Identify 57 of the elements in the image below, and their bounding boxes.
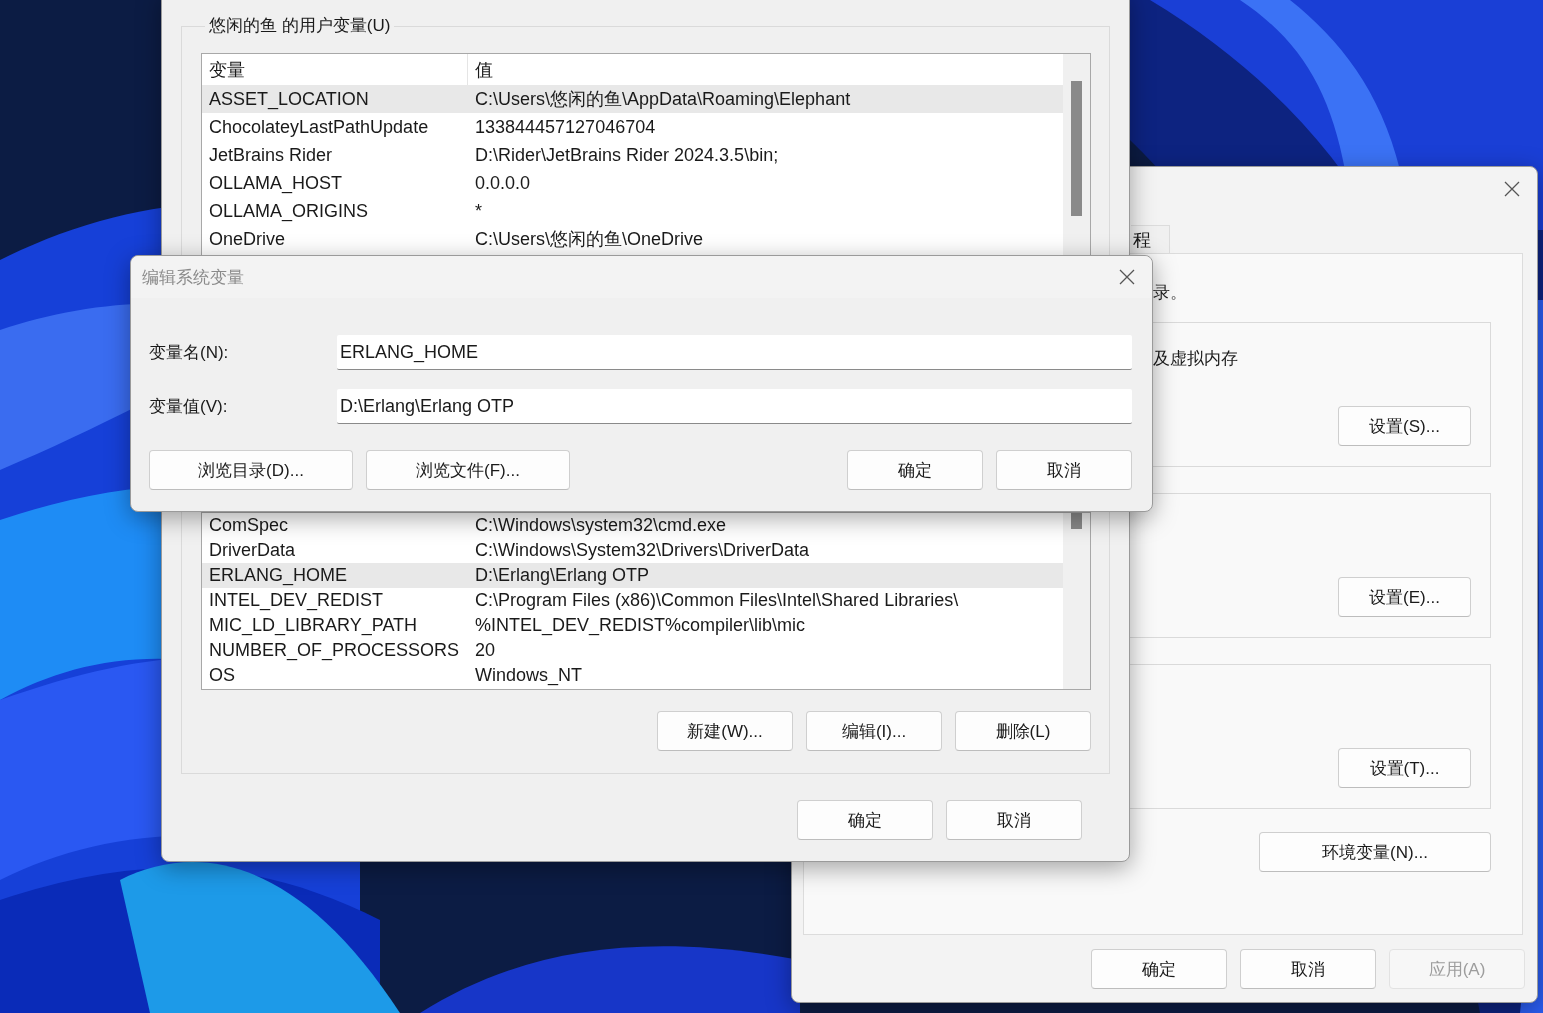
- dialog-button[interactable]: 取消: [1240, 949, 1376, 989]
- column-header[interactable]: 值: [468, 54, 1063, 85]
- variable-value: C:\Users\悠闲的鱼\OneDrive: [474, 228, 705, 251]
- settings-button[interactable]: 设置(T)...: [1338, 748, 1471, 788]
- close-icon[interactable]: [1504, 181, 1520, 197]
- group-label: 悠闲的鱼 的用户变量(U): [208, 15, 392, 37]
- dialog-button[interactable]: 确定: [797, 800, 933, 840]
- browse-button[interactable]: 浏览文件(F)...: [366, 450, 570, 490]
- description-text: 录。: [1153, 282, 1187, 304]
- variable-name: NUMBER_OF_PROCESSORS: [208, 640, 461, 661]
- dialog-button[interactable]: 确定: [847, 450, 983, 490]
- variable-name: MIC_LD_LIBRARY_PATH: [208, 615, 419, 636]
- scrollbar[interactable]: [1063, 513, 1090, 689]
- variable-value: C:\Users\悠闲的鱼\AppData\Roaming\Elephant: [474, 88, 852, 111]
- list-action-button[interactable]: 删除(L): [955, 711, 1091, 751]
- variable-value: C:\Program Files (x86)\Common Files\Intel\Shared Libraries\: [474, 590, 960, 611]
- variable-name: OneDrive: [208, 228, 287, 250]
- variable-value: *: [474, 200, 483, 222]
- variable-value: 20: [474, 640, 497, 661]
- settings-button[interactable]: 设置(E)...: [1338, 577, 1471, 617]
- variable-name: ChocolateyLastPathUpdate: [208, 116, 430, 138]
- field-label: 变量名(N):: [149, 342, 230, 364]
- scrollbar[interactable]: [1063, 54, 1090, 255]
- input-field[interactable]: ERLANG_HOME: [337, 335, 1132, 370]
- environment-variables-button[interactable]: 环境变量(N)...: [1259, 832, 1491, 872]
- close-icon[interactable]: [1119, 269, 1135, 285]
- input-field[interactable]: D:\Erlang\Erlang OTP: [337, 389, 1132, 424]
- dialog-button[interactable]: 确定: [1091, 949, 1227, 989]
- variable-value: 133844457127046704: [474, 116, 657, 138]
- variable-name: ASSET_LOCATION: [208, 88, 370, 110]
- field-label: 变量值(V):: [149, 396, 229, 418]
- browse-button[interactable]: 浏览目录(D)...: [149, 450, 353, 490]
- variable-name: DriverData: [208, 540, 297, 561]
- list-row[interactable]: ERLANG_HOME D:\Erlang\Erlang OTP: [202, 563, 1063, 588]
- variable-value: C:\Windows\System32\Drivers\DriverData: [474, 540, 811, 561]
- variable-name: JetBrains Rider: [208, 144, 334, 166]
- window-title: 编辑系统变量: [142, 266, 244, 289]
- variable-name: INTEL_DEV_REDIST: [208, 590, 385, 611]
- settings-button[interactable]: 设置(S)...: [1338, 406, 1471, 446]
- variable-value: Windows_NT: [474, 665, 584, 686]
- list-action-button[interactable]: 编辑(I)...: [806, 711, 942, 751]
- dialog-button[interactable]: 取消: [996, 450, 1132, 490]
- tab[interactable]: 程: [1131, 225, 1170, 253]
- variable-value: 0.0.0.0: [474, 172, 532, 194]
- variable-name: ComSpec: [208, 515, 290, 536]
- dialog-button[interactable]: 取消: [946, 800, 1082, 840]
- variable-value: C:\Windows\system32\cmd.exe: [474, 515, 728, 536]
- variable-name: OS: [208, 665, 236, 686]
- group-text: 及虚拟内存: [1153, 348, 1238, 370]
- variable-value: %INTEL_DEV_REDIST%compiler\lib\mic: [474, 615, 807, 636]
- variable-name: ERLANG_HOME: [208, 565, 349, 586]
- variable-name: OLLAMA_HOST: [208, 172, 344, 194]
- list-action-button[interactable]: 新建(W)...: [657, 711, 793, 751]
- variable-value: D:\Erlang\Erlang OTP: [474, 565, 651, 586]
- variable-value: D:\Rider\JetBrains Rider 2024.3.5\bin;: [474, 144, 780, 166]
- variable-name: OLLAMA_ORIGINS: [208, 200, 370, 222]
- list-row[interactable]: ASSET_LOCATION C:\Users\悠闲的鱼\AppData\Roaming\Elephant: [202, 85, 1063, 113]
